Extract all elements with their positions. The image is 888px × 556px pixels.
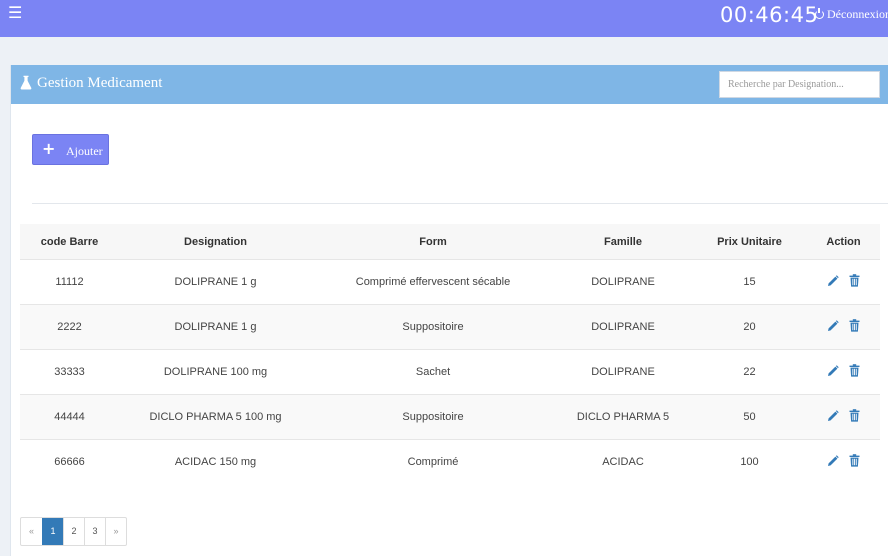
pagination-prev[interactable]: « [21,518,42,545]
column-header-form[interactable]: Form [312,224,554,260]
medicament-panel: Gestion Medicament + Ajouter code Barre … [10,65,888,556]
cell-form: Suppositoire [312,394,554,440]
trash-icon[interactable] [849,274,860,290]
cell-action [807,259,880,305]
cell-designation: DICLO PHARMA 5 100 mg [119,394,312,440]
table-row: 11112 DOLIPRANE 1 g Comprimé effervescent … [20,259,880,305]
pencil-icon[interactable] [827,409,839,425]
cell-action [807,349,880,395]
cell-famille: ACIDAC [554,439,692,484]
cell-designation: DOLIPRANE 1 g [119,304,312,350]
cell-prix: 100 [692,439,807,484]
cell-action [807,304,880,350]
trash-icon[interactable] [849,454,860,470]
cell-designation: DOLIPRANE 1 g [119,259,312,305]
cell-prix: 15 [692,259,807,305]
cell-form: Sachet [312,349,554,395]
cell-prix: 50 [692,394,807,440]
pagination-next[interactable]: » [105,518,126,545]
table-header-row: code Barre Designation Form Famille Prix… [20,224,880,260]
cell-famille: DOLIPRANE [554,304,692,350]
column-header-action: Action [807,224,880,260]
column-header-famille[interactable]: Famille [554,224,692,260]
pencil-icon[interactable] [827,319,839,335]
cell-prix: 20 [692,304,807,350]
medicament-table: code Barre Designation Form Famille Prix… [20,224,880,484]
column-header-code[interactable]: code Barre [20,224,119,260]
cell-form: Comprimé [312,439,554,484]
add-button-label: Ajouter [66,144,103,158]
top-navbar: ☰ 00:46:45 Déconnexion [0,0,888,37]
panel-header: Gestion Medicament [11,65,888,104]
pencil-icon[interactable] [827,274,839,290]
pencil-icon[interactable] [827,364,839,380]
cell-action [807,394,880,440]
table-row: 66666 ACIDAC 150 mg Comprimé ACIDAC 100 [20,439,880,484]
cell-form: Suppositoire [312,304,554,350]
page-title: Gestion Medicament [37,75,163,91]
add-button[interactable]: + Ajouter [32,134,109,165]
cell-designation: ACIDAC 150 mg [119,439,312,484]
logout-label: Déconnexion [827,7,888,21]
plus-icon: + [42,139,56,158]
trash-icon[interactable] [849,409,860,425]
power-icon [815,8,824,19]
logout-link[interactable]: Déconnexion [815,7,888,22]
cell-famille: DOLIPRANE [554,349,692,395]
cell-famille: DOLIPRANE [554,259,692,305]
pencil-icon[interactable] [827,454,839,470]
cell-code: 33333 [20,349,119,395]
column-header-designation[interactable]: Designation [119,224,312,260]
cell-form: Comprimé effervescent sécable [312,259,554,305]
cell-famille: DICLO PHARMA 5 [554,394,692,440]
pagination-page-1[interactable]: 1 [42,518,63,545]
table-row: 33333 DOLIPRANE 100 mg Sachet DOLIPRANE 22 [20,349,880,395]
pagination-page-2[interactable]: 2 [63,518,84,545]
cell-action [807,439,880,484]
column-header-prix[interactable]: Prix Unitaire [692,224,807,260]
divider [32,203,888,204]
hamburger-icon[interactable]: ☰ [8,5,22,21]
table-row: 2222 DOLIPRANE 1 g Suppositoire DOLIPRANE 20 [20,304,880,350]
trash-icon[interactable] [849,319,860,335]
flask-icon [20,75,32,90]
pagination: « 1 2 3 » [20,517,127,546]
cell-code: 44444 [20,394,119,440]
search-input[interactable] [719,71,880,98]
cell-code: 2222 [20,304,119,350]
cell-code: 66666 [20,439,119,484]
trash-icon[interactable] [849,364,860,380]
cell-prix: 22 [692,349,807,395]
clock-display: 00:46:45 [720,3,819,27]
table-row: 44444 DICLO PHARMA 5 100 mg Suppositoire DI… [20,394,880,440]
cell-code: 11112 [20,259,119,305]
pagination-page-3[interactable]: 3 [84,518,105,545]
cell-designation: DOLIPRANE 100 mg [119,349,312,395]
